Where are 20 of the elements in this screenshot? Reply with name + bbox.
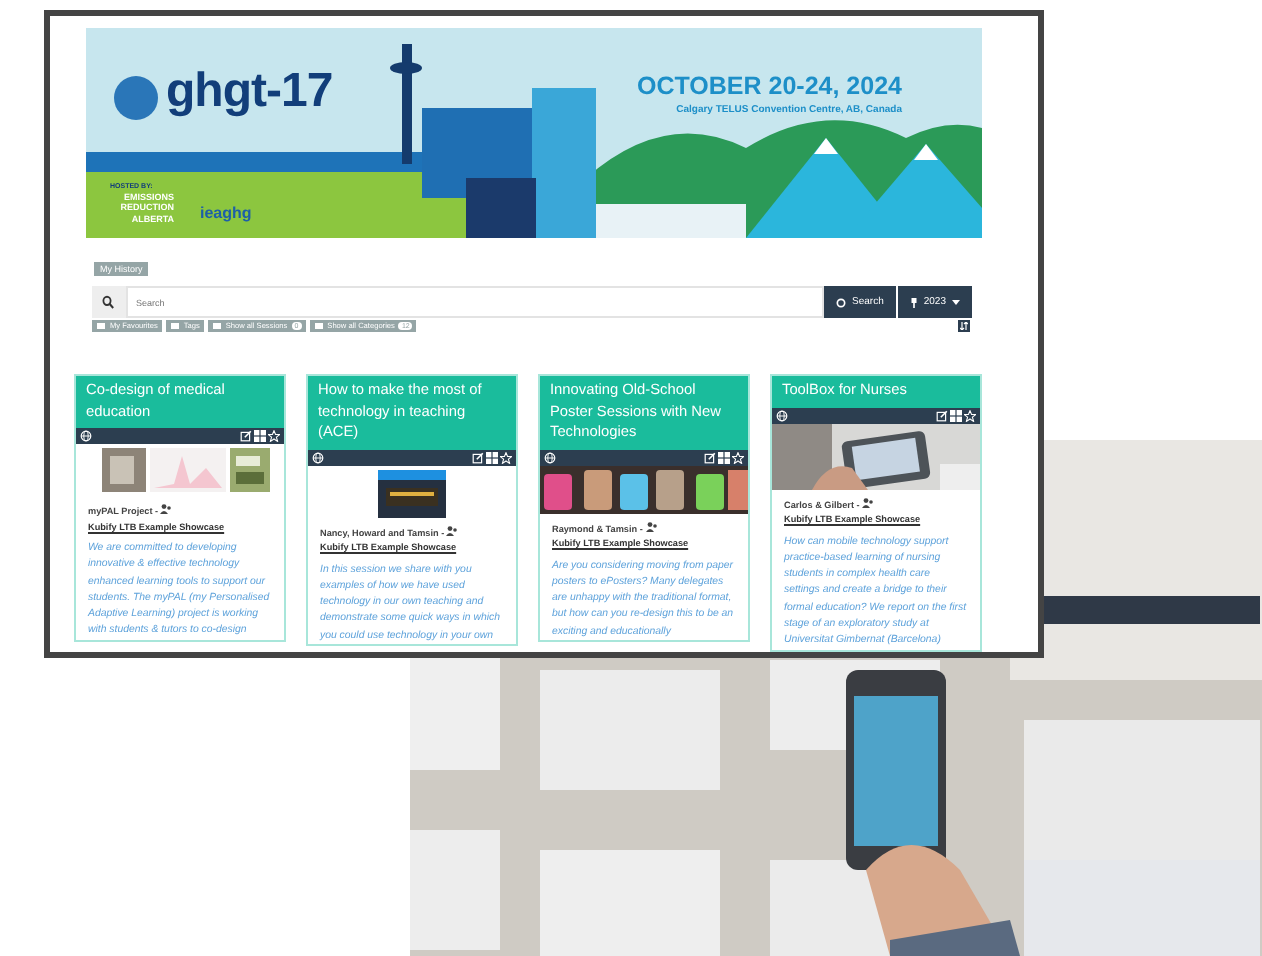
- logo-text: ghgt-17: [166, 64, 333, 120]
- globe-icon[interactable]: [312, 451, 324, 463]
- globe-icon[interactable]: [776, 409, 788, 421]
- circle-icon: [836, 297, 847, 307]
- star-icon[interactable]: [964, 409, 976, 421]
- sort-icon: [960, 322, 968, 330]
- event-date: OCTOBER 20-24, 2024: [637, 72, 902, 100]
- session-card[interactable]: [74, 374, 286, 642]
- sort-button[interactable]: [958, 320, 970, 332]
- grid-icon[interactable]: [254, 430, 266, 442]
- globe-icon[interactable]: [80, 430, 92, 442]
- edit-icon[interactable]: [936, 409, 948, 421]
- sponsor-logo: ieaghg: [200, 204, 252, 222]
- grid-icon[interactable]: [950, 409, 962, 421]
- edit-icon[interactable]: [240, 430, 252, 442]
- search-icon: [92, 286, 126, 318]
- caret-icon: [952, 299, 960, 305]
- users-icon: [160, 504, 173, 514]
- star-icon[interactable]: [268, 430, 280, 442]
- pin-icon: [909, 297, 918, 307]
